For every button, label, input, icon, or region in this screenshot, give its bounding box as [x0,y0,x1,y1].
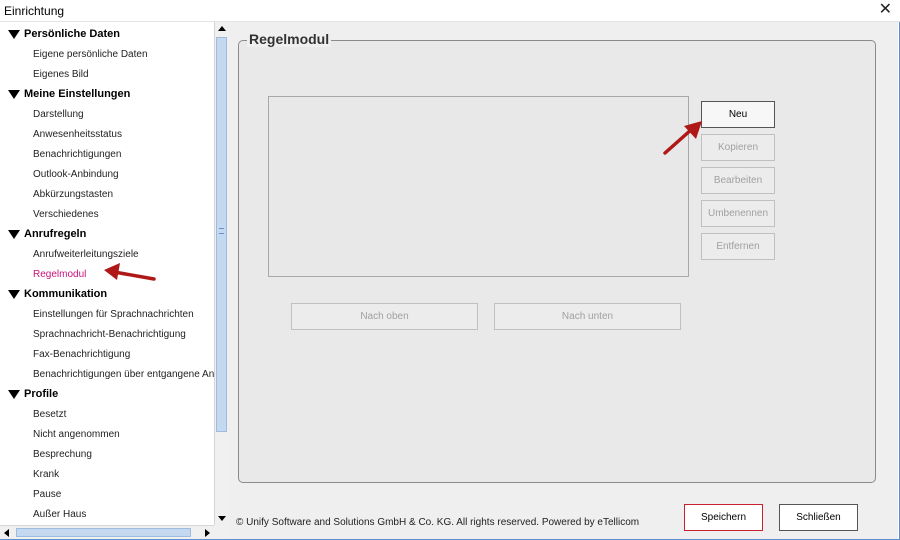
remove-button[interactable]: Entfernen [701,233,775,260]
tree-section-label: Anrufregeln [24,228,87,240]
tree-item[interactable]: Anwesenheitsstatus [0,124,214,144]
tree-horizontal-scrollbar[interactable] [0,525,214,539]
tree-item-label: Benachrichtigungen über entgangene Anruf… [33,369,214,380]
window-title: Einrichtung [4,4,65,18]
tree-item-label: Pause [33,489,62,500]
tree-item[interactable]: Benachrichtigungen [0,144,214,164]
scroll-down-icon[interactable] [218,516,226,521]
tree-item[interactable]: Besprechung [0,444,214,464]
tree-item-label: Außer Haus [33,509,87,520]
tree-section-label: Profile [24,388,59,400]
tree-section-label: Meine Einstellungen [24,88,131,100]
expand-triangle-icon[interactable] [8,230,20,239]
tree-vertical-scrollbar[interactable] [214,22,228,525]
tree-item[interactable]: Abkürzungstasten [0,184,214,204]
tree-item-label: Verschiedenes [33,209,99,220]
tree-section[interactable]: Meine Einstellungen [0,84,214,104]
rules-list[interactable] [268,96,689,277]
title-bar: Einrichtung ✕ [0,0,900,22]
tree-item-label: Nicht angenommen [33,429,120,440]
tree-item[interactable]: Darstellung [0,104,214,124]
tree-item[interactable]: Outlook-Anbindung [0,164,214,184]
tree-item-label: Benachrichtigungen [33,149,122,160]
move-up-button[interactable]: Nach oben [291,303,478,330]
rename-button[interactable]: Umbenennen [701,200,775,227]
tree-section[interactable]: Persönliche Daten [0,24,214,44]
scroll-corner [214,525,228,539]
expand-triangle-icon[interactable] [8,90,20,99]
new-button[interactable]: Neu [701,101,775,128]
tree-item-label: Anwesenheitsstatus [33,129,122,140]
tree-item[interactable]: Besetzt [0,404,214,424]
tree-section-label: Kommunikation [24,288,108,300]
tree-item[interactable]: Einstellungen für Sprachnachrichten [0,304,214,324]
grip-icon [219,228,224,234]
tree-item-label: Eigene persönliche Daten [33,49,148,60]
annotation-arrow-icon [663,121,702,155]
tree-section[interactable]: Kommunikation [0,284,214,304]
tree-item-label: Darstellung [33,109,84,120]
move-down-button[interactable]: Nach unten [494,303,681,330]
tree-item-label: Krank [33,469,60,480]
tree-item-label: Outlook-Anbindung [33,169,119,180]
tree-item-label: Sprachnachricht-Benachrichtigung [33,329,186,340]
scroll-right-icon[interactable] [205,529,210,537]
tree-item[interactable]: Fax-Benachrichtigung [0,344,214,364]
main-content: Regelmodul Neu Kopieren Bearbeiten Umben… [228,22,898,539]
tree-item[interactable]: Pause [0,484,214,504]
tree-item[interactable]: Außer Haus [0,504,214,524]
tree-item[interactable]: Benachrichtigungen über entgangene Anruf… [0,364,214,384]
tree-item-label: Besetzt [33,409,67,420]
tree-item[interactable]: Eigene persönliche Daten [0,44,214,64]
rule-module-panel: Regelmodul Neu Kopieren Bearbeiten Umben… [238,31,876,483]
panel-title: Regelmodul [247,31,332,47]
tree-item[interactable]: Krank [0,464,214,484]
tree-item[interactable]: Sprachnachricht-Benachrichtigung [0,324,214,344]
scroll-left-icon[interactable] [4,529,9,537]
annotation-arrow-icon [104,263,156,281]
tree-item-label: Regelmodul [33,269,87,280]
tree-item-label: Einstellungen für Sprachnachrichten [33,309,194,320]
tree-item-label: Eigenes Bild [33,69,89,80]
tree-section[interactable]: Profile [0,384,214,404]
scroll-thumb-horizontal[interactable] [16,528,191,537]
scroll-thumb[interactable] [216,37,227,432]
save-button[interactable]: Speichern [684,504,763,531]
tree-section[interactable]: Anrufregeln [0,224,214,244]
close-icon[interactable]: ✕ [879,1,892,19]
tree-section-label: Persönliche Daten [24,28,120,40]
copyright-text: © Unify Software and Solutions GmbH & Co… [236,517,640,528]
expand-triangle-icon[interactable] [8,290,20,299]
tree-item[interactable]: Eigenes Bild [0,64,214,84]
edit-button[interactable]: Bearbeiten [701,167,775,194]
copy-button[interactable]: Kopieren [701,134,775,161]
tree-item-label: Anrufweiterleitungsziele [33,249,139,260]
expand-triangle-icon[interactable] [8,390,20,399]
tree-item[interactable]: Nicht angenommen [0,424,214,444]
tree-item-label: Abkürzungstasten [33,189,114,200]
tree-item-label: Fax-Benachrichtigung [33,349,131,360]
tree-item[interactable]: Verschiedenes [0,204,214,224]
tree-item-label: Besprechung [33,449,92,460]
expand-triangle-icon[interactable] [8,30,20,39]
close-button[interactable]: Schließen [779,504,858,531]
scroll-up-icon[interactable] [218,26,226,31]
